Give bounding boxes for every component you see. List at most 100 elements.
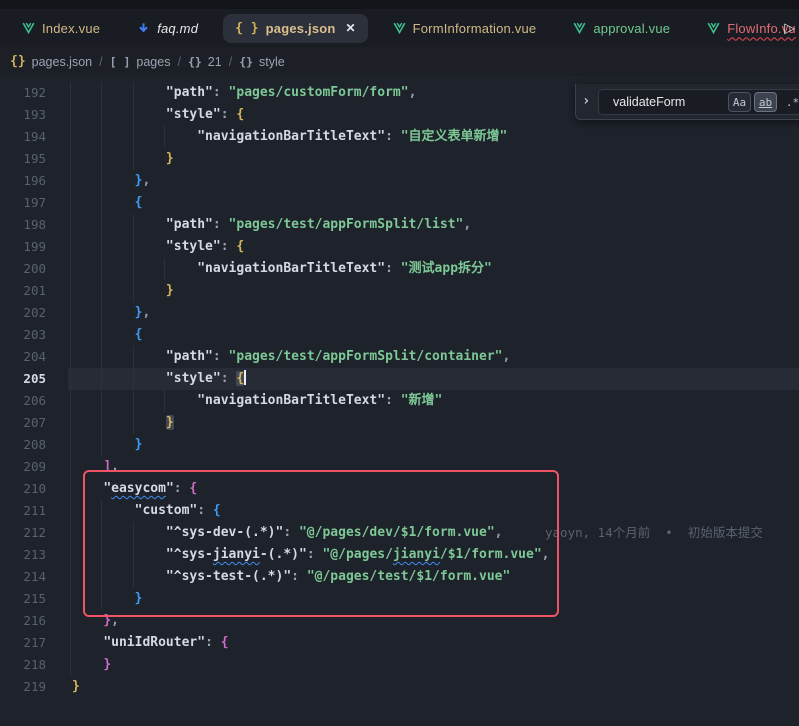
close-icon[interactable]: ✕	[346, 21, 356, 35]
code-line[interactable]: 218 }	[0, 654, 799, 676]
token: :	[385, 261, 401, 276]
breadcrumb-item-pages-json[interactable]: {}pages.json	[10, 54, 92, 69]
token: "测试app拆分"	[401, 261, 492, 276]
indent-guide	[133, 236, 134, 258]
token: :	[307, 547, 323, 562]
breadcrumb-label: pages	[136, 55, 170, 69]
array-symbol-icon: [ ]	[110, 55, 131, 69]
tab-approval-vue[interactable]: approval.vue	[561, 14, 682, 43]
text-cursor	[244, 370, 246, 385]
indent-guide	[70, 456, 71, 478]
code-line[interactable]: 217 "uniIdRouter": {	[0, 632, 799, 654]
tab-forminformation-vue[interactable]: FormInformation.vue	[381, 14, 549, 43]
code-line[interactable]: 210 "easycom": {	[0, 478, 799, 500]
token: "自定义表单新增"	[401, 129, 508, 144]
tab-overflow-chevron-icon[interactable]: ▷	[784, 20, 795, 37]
indent-guide	[70, 126, 71, 148]
code-line[interactable]: 198 "path": "pages/test/appFormSplit/lis…	[0, 214, 799, 236]
token: "navigationBarTitleText"	[197, 261, 385, 276]
code-content: {	[72, 192, 799, 214]
code-line[interactable]: 206 "navigationBarTitleText": "新增"	[0, 390, 799, 412]
code-line[interactable]: 216 },	[0, 610, 799, 632]
match-case-button[interactable]: Aa	[728, 92, 751, 112]
tab-index-vue[interactable]: Index.vue	[10, 14, 112, 43]
code-line[interactable]: 219}	[0, 676, 799, 698]
code-editor[interactable]: 192 "path": "pages/customForm/form",193 …	[0, 76, 799, 726]
code-line[interactable]: 215 }	[0, 588, 799, 610]
code-content: }	[72, 412, 799, 434]
line-number: 199	[0, 236, 72, 258]
code-line[interactable]: 195 }	[0, 148, 799, 170]
tab-pages-json[interactable]: { }pages.json✕	[223, 14, 367, 43]
token: "^sys-	[166, 547, 213, 562]
line-number: 205	[0, 368, 72, 390]
code-content: "path": "pages/test/appFormSplit/list",	[72, 214, 799, 236]
whole-word-button[interactable]: ab	[754, 92, 777, 112]
token: "pages/test/appFormSplit/container"	[229, 349, 503, 364]
code-line[interactable]: 202 },	[0, 302, 799, 324]
code-line[interactable]: 204 "path": "pages/test/appFormSplit/con…	[0, 346, 799, 368]
indent-guide	[133, 148, 134, 170]
token: :	[283, 525, 299, 540]
indent-guide	[70, 82, 71, 104]
indent-guide	[164, 258, 165, 280]
code-line[interactable]: 197 {	[0, 192, 799, 214]
indent-guide	[133, 280, 134, 302]
regex-button[interactable]: .*	[781, 92, 799, 112]
code-line[interactable]: 212 "^sys-dev-(.*)": "@/pages/dev/$1/for…	[0, 522, 799, 544]
token: :	[221, 239, 237, 254]
code-content: "navigationBarTitleText": "测试app拆分"	[72, 258, 799, 280]
code-line[interactable]: 203 {	[0, 324, 799, 346]
toggle-replace-chevron-icon[interactable]: ›	[582, 93, 590, 109]
code-line[interactable]: 211 "custom": {	[0, 500, 799, 522]
token: }	[103, 613, 111, 628]
vue-icon	[393, 22, 406, 34]
indent-guide	[133, 104, 134, 126]
indent-guide	[70, 346, 71, 368]
indent-guide	[133, 368, 134, 390]
line-number: 203	[0, 324, 72, 346]
code-line[interactable]: 207 }	[0, 412, 799, 434]
indent-guide	[70, 368, 71, 390]
indent-guide	[101, 258, 102, 280]
code-line[interactable]: 194 "navigationBarTitleText": "自定义表单新增"	[0, 126, 799, 148]
code-content: "custom": {	[72, 500, 799, 522]
code-line[interactable]: 201 }	[0, 280, 799, 302]
token: "新增"	[401, 393, 443, 408]
code-line[interactable]: 199 "style": {	[0, 236, 799, 258]
token: ,	[111, 459, 119, 474]
code-content: }	[72, 588, 799, 610]
line-number: 192	[0, 82, 72, 104]
indent-guide	[70, 192, 71, 214]
token: jianyi	[393, 547, 440, 562]
tab-faq-md[interactable]: faq.md	[125, 14, 210, 43]
token: "style"	[166, 239, 221, 254]
breadcrumb-item-pages[interactable]: [ ] pages	[110, 55, 171, 69]
indent-guide	[101, 148, 102, 170]
token: :	[291, 569, 307, 584]
token: ,	[495, 525, 503, 540]
code-line[interactable]: 205 "style": {	[0, 368, 799, 390]
breadcrumb-item-style[interactable]: {}style	[239, 55, 285, 69]
code-line[interactable]: 208 }	[0, 434, 799, 456]
indent-guide	[101, 324, 102, 346]
code-line[interactable]: 213 "^sys-jianyi-(.*)": "@/pages/jianyi/…	[0, 544, 799, 566]
token: "^sys-dev-(.*)"	[166, 525, 283, 540]
token: {	[236, 371, 244, 386]
code-line[interactable]: 196 },	[0, 170, 799, 192]
indent-guide	[164, 126, 165, 148]
token: :	[205, 635, 221, 650]
token: jianyi	[213, 547, 260, 562]
indent-guide	[101, 170, 102, 192]
breadcrumb-item-21[interactable]: {}21	[188, 55, 222, 69]
token: "path"	[166, 349, 213, 364]
line-number: 202	[0, 302, 72, 324]
indent-guide	[101, 434, 102, 456]
code-line[interactable]: 214 "^sys-test-(.*)": "@/pages/test/$1/f…	[0, 566, 799, 588]
token: {	[135, 195, 143, 210]
object-symbol-icon: {}	[239, 55, 253, 69]
code-line[interactable]: 209 ],	[0, 456, 799, 478]
code-line[interactable]: 200 "navigationBarTitleText": "测试app拆分"	[0, 258, 799, 280]
vue-icon	[22, 22, 35, 34]
indent-guide	[70, 434, 71, 456]
